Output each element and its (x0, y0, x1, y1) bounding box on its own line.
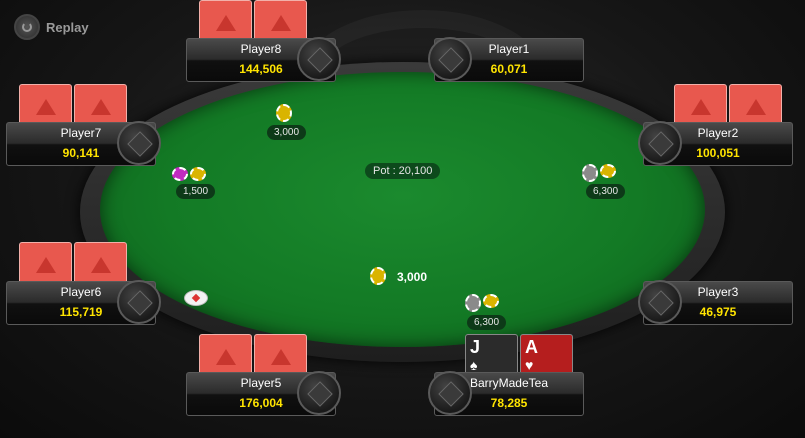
player2-cards (674, 84, 782, 126)
player6-avatar (117, 280, 161, 324)
hero-bet-amount: 6,300 (467, 315, 507, 330)
table-felt (100, 72, 705, 347)
player7-avatar (117, 121, 161, 165)
chip-icon (190, 167, 206, 181)
chip-icon (465, 294, 481, 312)
hero-bet-chips (465, 294, 499, 312)
heart-icon: ♥ (525, 357, 534, 373)
dealer-button-icon (184, 290, 208, 306)
chip-icon (276, 104, 292, 122)
card-back (74, 242, 127, 284)
hero-avatar (428, 371, 472, 415)
card-back (729, 84, 782, 126)
player7-bet-chips (172, 167, 206, 181)
replay-label: Replay (46, 19, 89, 35)
chip-icon (483, 294, 499, 308)
chip-icon (370, 267, 386, 285)
hero-card-2: A ♥ (520, 334, 573, 376)
pot-chips (370, 267, 386, 285)
card-back (674, 84, 727, 126)
player5-cards (199, 334, 307, 376)
player8-bet-amount: 3,000 (267, 125, 307, 140)
card-back (19, 242, 72, 284)
chip-icon (582, 164, 598, 182)
player5-avatar (297, 371, 341, 415)
replay-button[interactable]: Replay (14, 14, 89, 40)
chip-icon (600, 164, 616, 178)
card-back (199, 334, 252, 376)
card-rank: A (525, 337, 538, 357)
card-rank: J (470, 337, 481, 357)
player8-bet-chips (276, 104, 292, 122)
player1-avatar (428, 37, 472, 81)
player2-bet-chips (582, 164, 616, 182)
spade-icon: ♠ (470, 357, 478, 373)
card-back (19, 84, 72, 126)
hero-card-1: J ♠ (465, 334, 518, 376)
player6-cards (19, 242, 127, 284)
card-back (199, 0, 252, 42)
player3-avatar (638, 280, 682, 324)
player2-avatar (638, 121, 682, 165)
pot-amount: 3,000 (397, 270, 428, 284)
player7-cards (19, 84, 127, 126)
card-back (254, 334, 307, 376)
player8-avatar (297, 37, 341, 81)
player2-bet-amount: 6,300 (586, 184, 626, 199)
pot-total: Pot : 20,100 (365, 163, 441, 179)
replay-icon (14, 14, 40, 40)
card-back (254, 0, 307, 42)
chip-icon (172, 167, 188, 181)
player8-cards (199, 0, 307, 42)
card-back (74, 84, 127, 126)
player7-bet-amount: 1,500 (176, 184, 216, 199)
